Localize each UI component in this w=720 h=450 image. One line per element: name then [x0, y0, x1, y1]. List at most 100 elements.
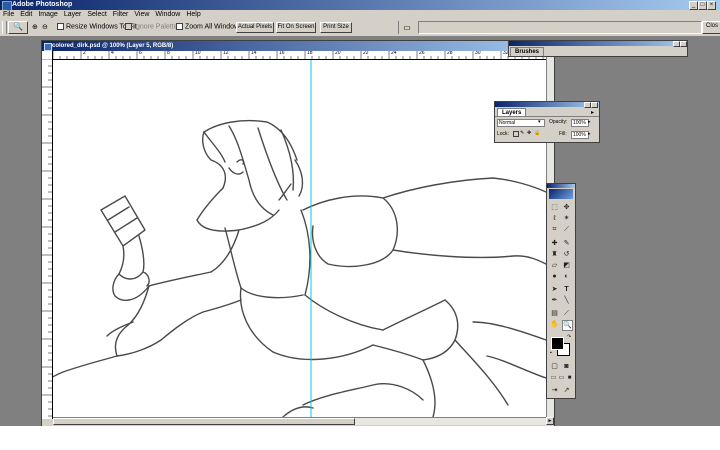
path-selection-tool-icon[interactable]: ➤ [550, 285, 559, 294]
ruler-label: 18 [307, 51, 313, 56]
gradient-tool-icon[interactable]: ◩ [562, 261, 571, 270]
close-document-button[interactable]: Clos [702, 21, 720, 34]
minimize-button[interactable]: _ [689, 1, 698, 10]
slice-tool-icon[interactable]: ⟋ [562, 225, 571, 234]
menu-help[interactable]: Help [183, 11, 203, 18]
move-tool-icon[interactable]: ✥ [562, 203, 571, 212]
opacity-label: Opacity: [549, 119, 568, 125]
lock-move-icon[interactable]: ✥ [527, 130, 531, 136]
ruler-label: 22 [363, 51, 369, 56]
horizontal-scrollbar[interactable] [53, 417, 546, 425]
close-button[interactable]: × [707, 1, 716, 10]
ruler-label: 8 [167, 51, 170, 56]
eraser-tool-icon[interactable]: ▱ [550, 261, 559, 270]
brushes-minimize-button[interactable] [673, 41, 680, 47]
menu-window[interactable]: Window [152, 11, 183, 18]
maximize-button[interactable]: □ [698, 1, 707, 10]
healing-brush-tool-icon[interactable]: ✚ [550, 239, 559, 248]
palette-well[interactable] [418, 21, 702, 34]
horizontal-scroll-thumb[interactable] [53, 418, 355, 425]
ruler-label: 12 [223, 51, 229, 56]
blur-tool-icon[interactable]: ● [550, 272, 559, 281]
foreground-color-swatch-top[interactable] [551, 337, 564, 350]
blend-mode-dropdown-icon[interactable]: ▾ [538, 119, 541, 125]
layers-palette: Layers ▸ Normal ▾ Opacity: 100% ▸ Lock: … [494, 101, 600, 143]
brush-tool-icon[interactable]: ✎ [562, 239, 571, 248]
zoom-all-windows-checkbox[interactable]: Zoom All Windows [176, 23, 243, 30]
hand-tool-icon[interactable]: ✋ [550, 320, 559, 329]
swap-colors-icon[interactable]: ↷ [567, 334, 571, 340]
options-grip [2, 21, 7, 34]
zoom-tool-preset-icon[interactable]: 🔍 [8, 21, 28, 34]
opacity-slider-icon[interactable]: ▸ [588, 119, 591, 125]
brushes-palette-titlebar[interactable] [509, 41, 687, 46]
line-tool-icon[interactable]: ╲ [562, 296, 571, 305]
adobe-online-icon[interactable] [549, 189, 573, 199]
zoom-in-icon[interactable]: ⊕ [32, 23, 38, 31]
history-brush-tool-icon[interactable]: ↺ [562, 250, 571, 259]
menu-bar: File Edit Image Layer Select Filter View Window… [0, 10, 720, 20]
ruler-label: 14 [251, 51, 257, 56]
edit-in-imageready-icon[interactable]: ↗ [562, 386, 571, 395]
ruler-label: 6 [139, 51, 142, 56]
ruler-label: 26 [419, 51, 425, 56]
quick-mask-mode-icon[interactable]: ◙ [562, 362, 571, 371]
lasso-tool-icon[interactable]: ℓ [550, 214, 559, 223]
ruler-label: 28 [447, 51, 453, 56]
full-screen-mode-icon[interactable]: ■ [565, 374, 574, 383]
document-canvas[interactable] [53, 60, 546, 417]
document-title-bar[interactable]: colored_dirk.psd @ 100% (Layer 5, RGB/8) [42, 41, 554, 51]
zoom-out-icon[interactable]: ⊖ [42, 23, 48, 31]
toolbox: ⬚ ✥ ℓ ✶ ⌗ ⟋ ✚ ✎ ♜ ↺ ▱ ◩ ● ◐ ➤ T ✒ ╲ ▤ ⟋ … [546, 183, 576, 399]
layers-minimize-button[interactable] [584, 102, 591, 108]
standard-mode-icon[interactable]: ▢ [550, 362, 559, 371]
magic-wand-tool-icon[interactable]: ✶ [562, 214, 571, 223]
layers-tab-divider [495, 116, 599, 117]
lock-all-icon[interactable]: 🔒 [534, 130, 540, 136]
menu-filter[interactable]: Filter [110, 11, 132, 18]
fill-label: Fill: [559, 131, 567, 137]
marquee-tool-icon[interactable]: ⬚ [550, 203, 559, 212]
zoom-tool-icon[interactable]: 🔍 [562, 320, 573, 331]
fill-field[interactable]: 100% [571, 131, 589, 139]
imageready-jump-icon[interactable]: ⇥ [550, 386, 559, 395]
brushes-close-button[interactable] [680, 41, 687, 47]
actual-pixels-button[interactable]: Actual Pixels [236, 22, 274, 33]
notes-tool-icon[interactable]: ▤ [550, 309, 559, 318]
print-size-button[interactable]: Print Size [320, 22, 352, 33]
brushes-tab[interactable]: Brushes [510, 47, 545, 56]
clone-stamp-tool-icon[interactable]: ♜ [550, 250, 559, 259]
blend-mode-value: Normal [499, 120, 516, 126]
opacity-field[interactable]: 100% [571, 119, 589, 127]
crop-tool-icon[interactable]: ⌗ [550, 225, 559, 234]
ruler-label: 24 [391, 51, 397, 56]
eyedropper-tool-icon[interactable]: ⟋ [562, 309, 571, 318]
type-tool-icon[interactable]: T [562, 285, 571, 294]
menu-select[interactable]: Select [84, 11, 109, 18]
toolbox-titlebar[interactable] [547, 184, 575, 188]
ignore-palettes-label: Ignore Palettes [134, 23, 182, 31]
scroll-right-button[interactable]: ► [546, 417, 554, 425]
fit-on-screen-button[interactable]: Fit On Screen [276, 22, 316, 33]
layers-menu-arrow-icon[interactable]: ▸ [591, 109, 594, 116]
lock-transparency-icon[interactable] [513, 131, 519, 137]
horizontal-ruler[interactable]: 2468101214161820222426283032343638 [53, 51, 546, 60]
ignore-palettes-checkbox: Ignore Palettes [125, 23, 181, 30]
menu-image[interactable]: Image [35, 11, 60, 18]
menu-layer[interactable]: Layer [61, 11, 85, 18]
app-title-bar: Adobe Photoshop [0, 0, 720, 10]
dodge-tool-icon[interactable]: ◐ [562, 272, 571, 281]
zoom-all-label: Zoom All Windows [185, 23, 243, 31]
palette-well-icon[interactable]: ▭ [398, 21, 415, 34]
layers-close-button[interactable] [591, 102, 598, 108]
default-colors-icon[interactable]: ▪ [550, 350, 552, 356]
lock-paint-icon[interactable]: ✎ [520, 130, 524, 136]
ruler-label: 20 [335, 51, 341, 56]
menu-view[interactable]: View [131, 11, 152, 18]
menu-edit[interactable]: Edit [17, 11, 35, 18]
lock-label: Lock: [497, 131, 509, 137]
vertical-ruler[interactable] [42, 59, 53, 419]
menu-file[interactable]: File [0, 11, 17, 18]
fill-slider-icon[interactable]: ▸ [588, 131, 591, 137]
pen-tool-icon[interactable]: ✒ [550, 296, 559, 305]
